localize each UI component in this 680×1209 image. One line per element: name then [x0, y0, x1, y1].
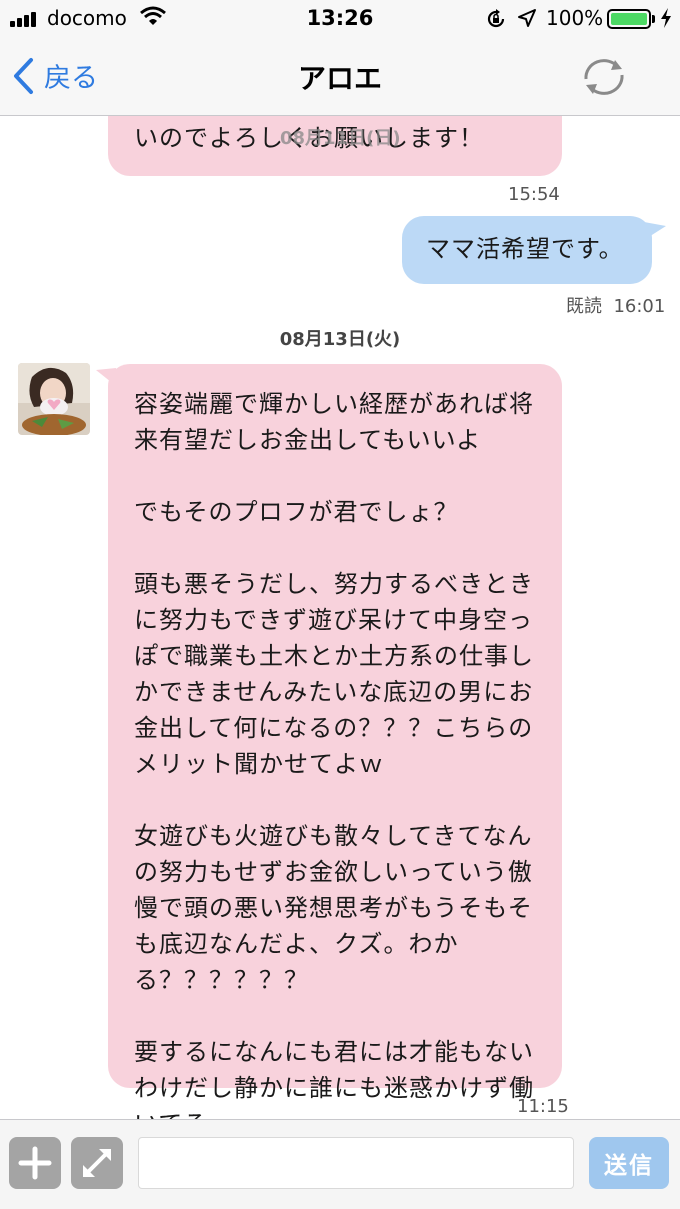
send-button[interactable]: 送信: [589, 1137, 669, 1189]
battery-nub: [652, 15, 655, 23]
location-arrow-icon: [517, 8, 537, 33]
date-separator: 08月13日(火): [279, 329, 401, 350]
avatar[interactable]: [18, 363, 90, 435]
refresh-button[interactable]: [578, 55, 630, 103]
plus-icon: [18, 1146, 52, 1180]
refresh-icon: [584, 59, 624, 95]
battery-icon: [607, 9, 651, 29]
expand-button[interactable]: [71, 1137, 123, 1189]
navigation-bar: 戻る アロエ: [0, 38, 680, 116]
expand-icon: [83, 1149, 111, 1177]
outgoing-bubble-tail: [644, 222, 666, 240]
battery-percent: 100%: [546, 6, 604, 30]
chat-area[interactable]: との利き合的これでこうして いのでよろしくお願いします！ 08月11日(日) 1…: [0, 116, 680, 1119]
charging-bolt-icon: [660, 7, 672, 34]
incoming-message: 容姿端麗で輝かしい経歴があれば将 来有望だしお金出してもいいよ でもそのプロフが…: [108, 364, 562, 1119]
input-bar: 送信: [0, 1119, 680, 1209]
message-timestamp: 15:54: [508, 184, 560, 205]
message-input[interactable]: [138, 1137, 574, 1189]
rotation-lock-icon: [484, 7, 508, 36]
outgoing-message: ママ活希望です。: [402, 216, 652, 284]
status-bar: docomo 13:26 100%: [0, 0, 680, 38]
add-attachment-button[interactable]: [9, 1137, 61, 1189]
message-timestamp: 11:15: [517, 1096, 569, 1117]
floating-date-label: 08月11日(日): [280, 128, 401, 149]
read-receipt: 既読 16:01: [566, 296, 666, 317]
